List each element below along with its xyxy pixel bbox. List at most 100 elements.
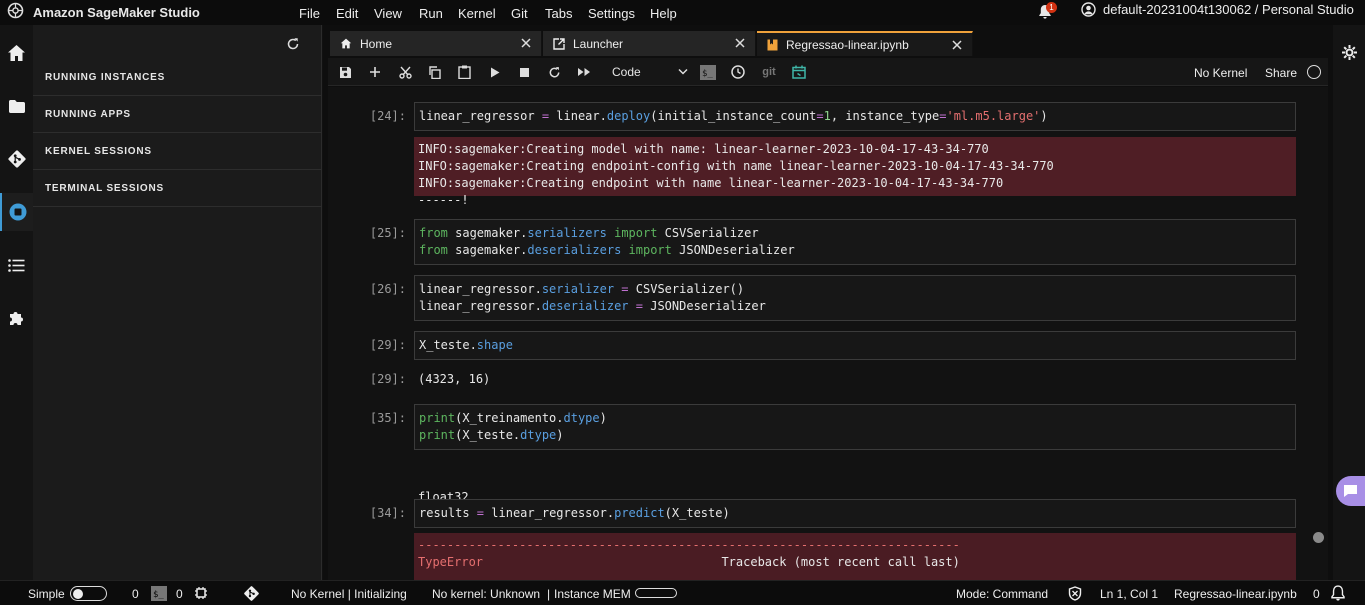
git-icon [7,150,26,168]
share-button[interactable]: Share [1265,66,1297,80]
menu-run[interactable]: Run [419,6,443,21]
top-menubar: Amazon SageMaker Studio File Edit View R… [0,0,1365,25]
copy-icon [428,65,441,79]
activity-file-browser[interactable] [0,87,33,125]
fast-forward-icon [578,68,590,76]
shield-icon[interactable] [1068,586,1082,604]
chat-bubble-icon [1344,485,1357,497]
terminal-icon[interactable]: $_ [151,586,167,604]
kernel-chip-icon[interactable] [194,586,208,603]
refresh-button[interactable] [286,37,300,51]
interrupt-button[interactable] [515,63,533,81]
section-terminal-sessions[interactable]: TERMINAL SESSIONS [45,183,164,194]
restart-button[interactable] [545,63,563,81]
cursor-position[interactable]: Ln 1, Col 1 [1100,587,1158,601]
clock-button[interactable] [729,63,747,81]
divider [33,132,322,133]
running-sessions-panel: RUNNING INSTANCES RUNNING APPS KERNEL SE… [33,25,322,580]
feedback-button[interactable] [1336,476,1365,506]
sagemaker-logo-icon [7,2,24,24]
notebook-panel[interactable]: [24]: linear_regressor = linear.deploy(i… [328,87,1328,580]
terminal-icon: $_ [700,64,716,80]
output-prompt: [29]: [369,372,406,386]
cell-type-select[interactable]: Code [612,62,688,82]
cell-prompt: [34]: [369,506,406,520]
scrollbar-thumb[interactable] [1313,532,1324,543]
code-cell-input[interactable]: from sagemaker.serializers import CSVSer… [414,219,1296,265]
status-bell-icon[interactable] [1330,585,1346,605]
close-icon[interactable] [521,38,531,48]
menu-settings[interactable]: Settings [588,6,635,21]
activity-extensions[interactable] [0,299,33,337]
kernel-status-indicator [1307,65,1321,79]
tab-regressao-linear[interactable]: Regressao-linear.ipynb [757,31,973,56]
code-line: linear_regressor.deserializer = JSONDese… [419,299,766,313]
git-status-icon[interactable] [243,585,260,605]
restart-icon [549,66,559,77]
simple-mode-toggle[interactable] [70,586,107,601]
property-inspector-button[interactable] [1341,44,1358,66]
notification-count-badge: 1 [1046,2,1057,13]
chevron-down-icon [678,68,688,75]
code-cell-input[interactable]: linear_regressor.serializer = CSVSeriali… [414,275,1296,321]
tab-home[interactable]: Home [330,31,542,56]
save-button[interactable] [336,63,354,81]
home-icon [8,45,25,61]
run-button[interactable] [486,63,504,81]
section-running-apps[interactable]: RUNNING APPS [45,109,131,120]
section-running-instances[interactable]: RUNNING INSTANCES [45,72,165,83]
code-cell-input[interactable]: print(X_treinamento.dtype) print(X_teste… [414,404,1296,450]
error-traceback-label: Traceback (most recent call last) [483,555,960,569]
stop-icon [519,67,529,77]
close-icon[interactable] [952,40,962,50]
cell-prompt: [26]: [369,282,406,296]
svg-text:$_: $_ [702,69,713,79]
menu-help[interactable]: Help [650,6,677,21]
schedule-button[interactable] [790,63,808,81]
terminals-count: 0 [132,587,139,601]
cell-prompt: [25]: [369,226,406,240]
table-of-contents-icon [8,258,25,272]
code-line: linear_regressor.serializer = CSVSeriali… [419,282,745,296]
menu-kernel[interactable]: Kernel [458,6,496,21]
activity-git[interactable] [0,140,33,178]
menu-view[interactable]: View [374,6,402,21]
user-menu[interactable]: default-20231004t130062 / Personal Studi… [1081,2,1354,17]
svg-text:$_: $_ [153,590,164,600]
divider [33,206,322,207]
activity-home[interactable] [0,34,33,72]
paste-button[interactable] [455,63,473,81]
menu-tabs[interactable]: Tabs [545,6,572,21]
open-terminal-button[interactable]: $_ [699,63,717,81]
notification-count: 0 [1313,587,1320,601]
code-cell-input[interactable]: results = linear_regressor.predict(X_tes… [414,499,1296,528]
launch-icon [553,37,565,50]
restart-run-all-button[interactable] [575,63,593,81]
tab-launcher[interactable]: Launcher [543,31,756,56]
instance-mem-label: Instance MEM [554,587,631,601]
cell-type-value: Code [612,65,641,79]
menu-file[interactable]: File [299,6,320,21]
menu-git[interactable]: Git [511,6,528,21]
insert-cell-button[interactable] [366,63,384,81]
kernel-name-button[interactable]: No Kernel [1194,66,1247,80]
section-kernel-sessions[interactable]: KERNEL SESSIONS [45,146,152,157]
copy-button[interactable] [425,63,443,81]
current-file-name: Regressao-linear.ipynb [1174,587,1297,601]
notifications-button[interactable]: 1 [1038,2,1060,20]
code-cell-input[interactable]: linear_regressor = linear.deploy(initial… [414,102,1296,131]
code-line: from sagemaker.deserializers import JSON… [419,243,795,257]
activity-table-of-contents[interactable] [0,246,33,284]
play-icon [491,67,500,77]
kernels-count: 0 [176,587,183,601]
code-cell-input[interactable]: X_teste.shape [414,331,1296,360]
refresh-icon [287,38,299,50]
stderr-output: INFO:sagemaker:Creating model with name:… [414,137,1296,196]
git-diff-button[interactable]: git [758,63,780,81]
plus-icon [370,67,380,77]
close-icon[interactable] [735,38,745,48]
menu-edit[interactable]: Edit [336,6,358,21]
cut-button[interactable] [396,63,414,81]
activity-running-terminals[interactable] [0,193,33,231]
kernel-status-text[interactable]: No Kernel | Initializing [291,587,407,601]
